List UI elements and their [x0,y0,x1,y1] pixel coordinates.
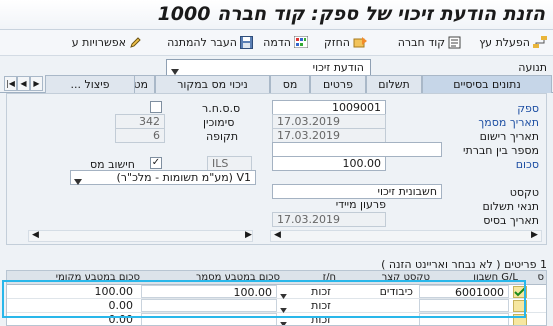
activate-tree-button[interactable]: הפעלת עץ [479,33,547,51]
tab-payment[interactable]: תשלום [366,75,422,93]
currency-field[interactable]: ILS [207,156,252,171]
company-code-icon [448,36,461,48]
reference-field[interactable]: 342 [115,114,165,129]
tab-prev-icon[interactable]: ◀ [17,76,30,91]
tab-split[interactable]: פיצול ... [45,75,135,93]
calc-tax-checkbox[interactable]: ✓ [150,157,162,169]
page-title: הזנת הודעת זיכוי של ספק: קוד חברה 1000 [157,3,545,25]
payment-terms-label: תנאי תשלום [482,200,539,213]
scroll-left-icon[interactable]: ◀ [32,230,39,240]
cross-cc-field[interactable] [272,142,442,157]
hold-icon [353,37,367,48]
movement-label: תנועה [518,61,547,74]
park-button[interactable]: העבר להמתנה [167,33,253,51]
movement-value: הודעת זיכוי [312,61,364,74]
payment-terms-value: פרעון מיידי [335,198,386,211]
simulate-button[interactable]: הדמה [263,33,308,51]
options-label: אפשרויות ע [71,35,126,49]
scroll-right-icon[interactable]: ▶ [531,230,538,240]
posting-date-field[interactable]: 17.03.2019 [272,128,386,143]
park-label: העבר להמתנה [167,35,237,49]
movement-select[interactable]: הודעת זיכוי [166,59,371,76]
tax-code-value: V1 (מע"מ תשומות - מלכ"ר) [116,171,251,184]
baseline-date-field[interactable]: 17.03.2019 [272,212,386,227]
document-date-label: תאריך מסמך [478,116,539,129]
scroll-left-icon[interactable]: ◀ [274,230,281,240]
tab-tax[interactable]: מס [270,75,310,93]
right-horizontal-scrollbar[interactable] [270,230,542,242]
tree-icon [533,36,547,48]
activate-tree-label: הפעלת עץ [479,35,530,49]
selection-highlight [2,280,526,318]
simulate-icon [294,36,308,48]
sbr-label: ס.ס.ח.ר [202,102,241,115]
cross-cc-label: מספר בין חברתי [463,144,539,157]
hold-button[interactable]: החזק [324,33,368,51]
tax-code-select[interactable]: V1 (מע"מ תשומות - מלכ"ר) [70,170,256,185]
amount-field[interactable]: 100.00 [272,156,386,171]
dropdown-arrow-icon [74,175,82,188]
tab-basic-data[interactable]: נתונים בסיסיים [422,75,552,93]
tab-first-icon[interactable]: |◀ [4,76,17,91]
left-horizontal-scrollbar[interactable] [28,230,253,242]
vendor-label: ספק [517,102,539,115]
posting-date-label: תאריך רישום [479,130,539,143]
simulate-label: הדמה [263,35,291,49]
period-label: תקופה [206,130,239,143]
text-field[interactable]: חשבונית זיכוי [272,184,442,199]
scroll-right-icon[interactable]: ▶ [245,230,252,240]
tab-withholding-tax[interactable]: ניכוי מס במקור [155,75,270,93]
dropdown-arrow-icon [280,317,287,325]
sbr-checkbox[interactable] [150,101,162,113]
col-status: ס [537,272,545,283]
amount-label: סכום [515,158,539,171]
period-field[interactable]: 6 [115,128,165,143]
save-park-icon [240,35,253,49]
company-code-button[interactable]: קוד חברה [398,33,461,51]
options-button[interactable]: אפשרויות ע [72,33,142,51]
hold-label: החזק [324,35,350,49]
document-date-field[interactable]: 17.03.2019 [272,114,386,129]
reference-label: סימוכין [203,116,235,129]
text-label: טקסט [509,186,539,199]
baseline-date-label: תאריך בסיס [483,214,539,227]
tab-next-icon[interactable]: ▶ [30,76,43,91]
vendor-field[interactable]: 1009001 [272,100,386,115]
company-code-label: קוד חברה [397,35,445,49]
pencil-icon [130,36,141,48]
tab-details[interactable]: פרטים [310,75,366,93]
